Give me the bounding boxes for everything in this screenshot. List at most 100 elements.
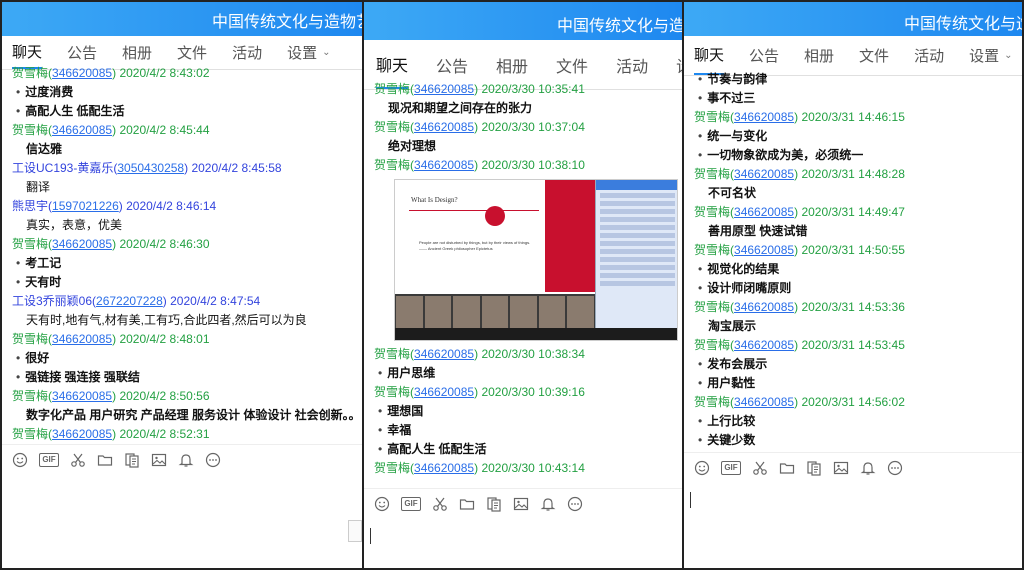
message-text: 发布会展示 [694, 355, 1018, 374]
message-time: 2020/4/2 8:46:30 [119, 237, 210, 251]
video-thumbnails [395, 294, 595, 330]
message-time: 2020/3/30 10:39:16 [481, 385, 585, 399]
sender-name: 贺雪梅 [374, 158, 411, 172]
message-text: 很好 [12, 349, 358, 368]
gif-icon[interactable]: GIF [401, 496, 421, 511]
sender-qq-link[interactable]: 346620085 [734, 167, 794, 181]
input-toolbar: GIF [364, 488, 682, 518]
message-input[interactable] [2, 474, 362, 564]
chat-window-middle: 中国传统文化与造 聊天公告相册文件活动设置⌄ 贺雪梅(346620085) 20… [362, 0, 684, 570]
video-thumbnail [453, 296, 480, 328]
scissors-icon[interactable] [70, 452, 86, 468]
tab-label: 相册 [122, 45, 153, 62]
message-list[interactable]: 节奏与韵律事不过三贺雪梅(346620085) 2020/3/31 14:46:… [684, 70, 1022, 452]
sender-name: 贺雪梅 [694, 338, 731, 352]
message-list[interactable]: 贺雪梅(346620085) 2020/3/30 10:35:41 现况和期望之间… [364, 80, 682, 488]
sender-qq-link[interactable]: 346620085 [734, 395, 794, 409]
message-text: 理想国 [374, 402, 678, 421]
scrollbar-stub[interactable] [348, 520, 362, 542]
input-toolbar: GIF [684, 452, 1022, 482]
sender-qq-link[interactable]: 346620085 [52, 427, 112, 441]
message-header: 贺雪梅(346620085) 2020/3/31 14:53:45 [694, 336, 1018, 355]
sender-name: 贺雪梅 [12, 237, 49, 251]
doc-icon[interactable] [124, 452, 140, 468]
emoji-icon[interactable] [374, 496, 390, 512]
gif-icon[interactable]: GIF [721, 460, 741, 475]
window-title: 中国传统文化与造物艺 [212, 14, 362, 31]
chevron-down-icon: ⌄ [322, 47, 331, 58]
message-text: 过度消费 [12, 83, 358, 102]
chat-window-right: 中国传统文化与造 聊天 公告 相册 文件 活动 设置 ⌄ 节奏与韵律事不过三贺雪梅(3466… [682, 0, 1024, 570]
folder-icon[interactable] [97, 452, 113, 468]
image-icon[interactable] [513, 496, 529, 512]
message-text: 用户黏性 [694, 374, 1018, 393]
message-list[interactable]: 贺雪梅(346620085) 2020/4/2 8:43:02过度消费高配人生 … [2, 64, 362, 444]
message-input[interactable] [684, 482, 1022, 568]
message-header: 贺雪梅(346620085) 2020/3/30 10:38:10 [374, 156, 678, 175]
gif-icon[interactable]: GIF [39, 452, 59, 467]
message-text: 淘宝展示 [708, 319, 757, 333]
more-icon[interactable] [205, 452, 221, 468]
message-header: 贺雪梅(346620085) 2020/4/2 8:45:44 [12, 121, 358, 140]
slide-red-panel [545, 180, 595, 292]
sender-qq-link[interactable]: 346620085 [414, 385, 474, 399]
more-icon[interactable] [887, 460, 903, 476]
message-time: 2020/4/2 8:45:44 [119, 123, 210, 137]
window-title: 中国传统文化与造 [904, 16, 1022, 33]
message-header: 贺雪梅(346620085) 2020/3/31 14:48:28 [694, 165, 1018, 184]
sender-qq-link[interactable]: 346620085 [734, 205, 794, 219]
scissors-icon[interactable] [432, 496, 448, 512]
sender-qq-link[interactable]: 346620085 [734, 300, 794, 314]
bell-icon[interactable] [540, 496, 556, 512]
message-time: 2020/4/2 8:45:58 [191, 161, 282, 175]
sender-qq-link[interactable]: 346620085 [52, 66, 112, 80]
message-input[interactable] [364, 518, 682, 558]
message-time: 2020/3/30 10:37:04 [481, 120, 585, 134]
emoji-icon[interactable] [694, 460, 710, 476]
message-text: 视觉化的结果 [694, 260, 1018, 279]
image-icon[interactable] [833, 460, 849, 476]
sender-qq-link[interactable]: 2672207228 [96, 294, 163, 308]
sender-name: 贺雪梅 [374, 120, 411, 134]
folder-icon[interactable] [459, 496, 475, 512]
message-text: 关键少数 [694, 431, 1018, 450]
message-time: 2020/4/2 8:52:31 [119, 427, 210, 441]
sender-qq-link[interactable]: 346620085 [414, 120, 474, 134]
sender-qq-link[interactable]: 346620085 [52, 332, 112, 346]
sender-name: 贺雪梅 [374, 82, 411, 96]
image-icon[interactable] [151, 452, 167, 468]
tab-label: 相册 [804, 48, 835, 65]
message-text: 统一与变化 [694, 127, 1018, 146]
tab-label: 聊天 [376, 57, 409, 75]
message-text: 用户思维 [374, 364, 678, 383]
sender-qq-link[interactable]: 346620085 [414, 461, 474, 475]
sender-qq-link[interactable]: 346620085 [734, 243, 794, 257]
message-text: 考工记 [12, 254, 358, 273]
emoji-icon[interactable] [12, 452, 28, 468]
sender-name: 贺雪梅 [374, 385, 411, 399]
sender-qq-link[interactable]: 1597021226 [52, 199, 119, 213]
folder-icon[interactable] [779, 460, 795, 476]
sender-qq-link[interactable]: 346620085 [52, 237, 112, 251]
sender-qq-link[interactable]: 346620085 [734, 110, 794, 124]
message-time: 2020/3/31 14:48:28 [801, 167, 905, 181]
message-text: 幸福 [374, 421, 678, 440]
sender-qq-link[interactable]: 346620085 [52, 389, 112, 403]
sender-qq-link[interactable]: 3050430258 [117, 161, 184, 175]
video-thumbnail [481, 296, 509, 328]
sender-qq-link[interactable]: 346620085 [52, 123, 112, 137]
doc-icon[interactable] [806, 460, 822, 476]
sender-qq-link[interactable]: 346620085 [734, 338, 794, 352]
sender-name: 工设UC193-黄嘉乐 [12, 161, 114, 175]
sender-qq-link[interactable]: 346620085 [414, 82, 474, 96]
bell-icon[interactable] [860, 460, 876, 476]
scissors-icon[interactable] [752, 460, 768, 476]
more-icon[interactable] [567, 496, 583, 512]
bell-icon[interactable] [178, 452, 194, 468]
shared-screenshot-image[interactable]: What Is Design? People are not disturbed … [394, 179, 678, 341]
sender-qq-link[interactable]: 346620085 [414, 158, 474, 172]
message-header: 贺雪梅(346620085) 2020/3/31 14:46:15 [694, 108, 1018, 127]
sender-name: 贺雪梅 [694, 205, 731, 219]
doc-icon[interactable] [486, 496, 502, 512]
sender-qq-link[interactable]: 346620085 [414, 347, 474, 361]
